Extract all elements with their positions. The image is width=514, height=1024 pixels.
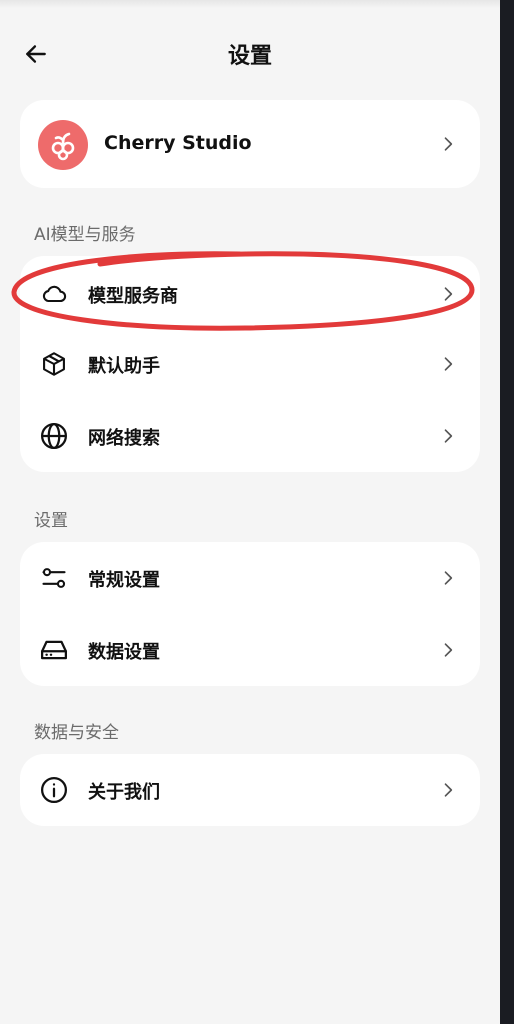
menu-item-label: 模型服务商 xyxy=(88,286,178,307)
chevron-right-icon xyxy=(444,429,453,443)
menu-item-label: 关于我们 xyxy=(88,782,160,803)
chevron-right-icon xyxy=(444,357,453,371)
chevron-right-icon xyxy=(444,137,453,151)
about-card: 关于我们 xyxy=(20,754,480,826)
app-card[interactable]: Cherry Studio xyxy=(20,100,480,188)
ai-models-card: 模型服务商 默认助手 网络搜索 xyxy=(20,256,480,472)
package-icon xyxy=(38,348,70,380)
sliders-icon xyxy=(38,562,70,594)
header: 设置 xyxy=(0,28,500,78)
info-icon xyxy=(38,774,70,806)
cherry-logo-icon xyxy=(38,120,88,170)
section-title-data-security: 数据与安全 xyxy=(34,723,119,743)
menu-item-label: 默认助手 xyxy=(88,356,160,377)
app-name: Cherry Studio xyxy=(104,132,252,154)
menu-item-default-assistant[interactable]: 默认助手 xyxy=(20,328,480,400)
menu-item-label: 网络搜索 xyxy=(88,428,160,449)
chevron-right-icon xyxy=(444,643,453,657)
menu-item-model-providers[interactable]: 模型服务商 xyxy=(20,258,480,330)
menu-item-web-search[interactable]: 网络搜索 xyxy=(20,400,480,472)
settings-card: 常规设置 数据设置 xyxy=(20,542,480,686)
app-info-row[interactable]: Cherry Studio xyxy=(20,100,480,188)
status-bar xyxy=(0,0,500,8)
chevron-right-icon xyxy=(444,287,453,301)
chevron-right-icon xyxy=(444,571,453,585)
section-title-ai-models: AI模型与服务 xyxy=(34,225,136,245)
cloud-icon xyxy=(38,278,70,310)
chevron-right-icon xyxy=(444,783,453,797)
menu-item-data-settings[interactable]: 数据设置 xyxy=(20,614,480,686)
menu-item-general-settings[interactable]: 常规设置 xyxy=(20,542,480,614)
menu-item-about-us[interactable]: 关于我们 xyxy=(20,754,480,826)
hard-drive-icon xyxy=(38,634,70,666)
settings-screen: 设置 Cherry Studio AI模型与服务 模型服务商 默认助手 网络搜索… xyxy=(0,0,500,1024)
menu-item-label: 常规设置 xyxy=(88,570,160,591)
menu-item-label: 数据设置 xyxy=(88,642,160,663)
page-title: 设置 xyxy=(227,44,272,69)
globe-icon xyxy=(38,420,70,452)
window-edge xyxy=(500,0,514,1024)
section-title-settings: 设置 xyxy=(34,511,68,531)
